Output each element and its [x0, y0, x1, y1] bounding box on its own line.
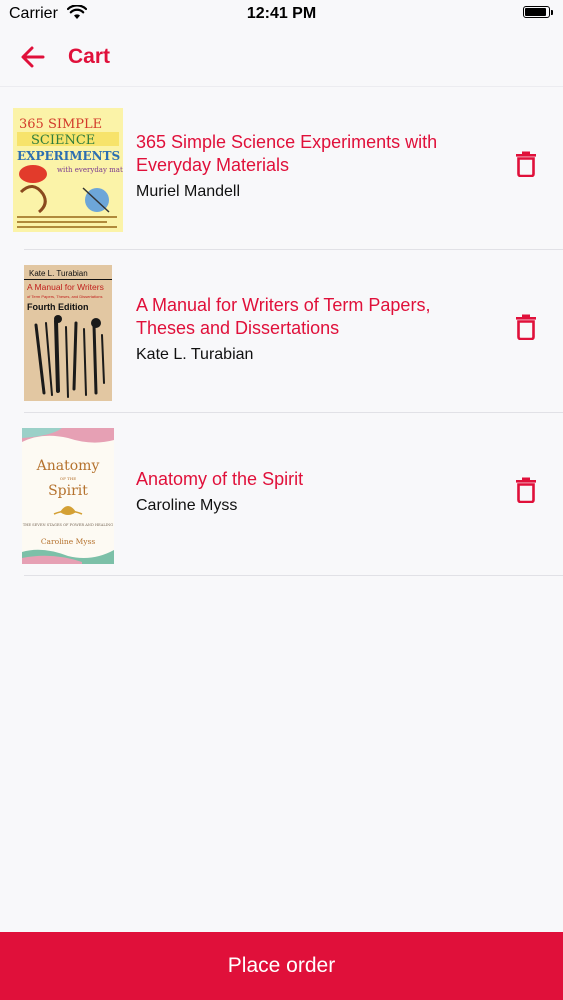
battery-icon — [523, 6, 553, 20]
cart-item[interactable]: Anatomy OF THE Spirit THE SEVEN STAGES O… — [0, 413, 563, 576]
book-info: A Manual for Writers of Term Papers, The… — [136, 294, 476, 364]
cover-title3: Spirit — [48, 483, 88, 499]
trash-icon — [515, 477, 537, 507]
book-cover-art: Anatomy OF THE Spirit THE SEVEN STAGES O… — [22, 428, 114, 564]
page-title: Cart — [68, 45, 111, 68]
cover-line2: SCIENCE — [31, 133, 95, 148]
cover-subtitle: THE SEVEN STAGES OF POWER AND HEALING — [23, 523, 113, 527]
book-cover: Kate L. Turabian A Manual for Writers of… — [24, 265, 112, 401]
book-cover: 365 SIMPLE SCIENCE EXPERIMENTS with ever… — [13, 108, 123, 232]
cart-list: 365 SIMPLE SCIENCE EXPERIMENTS with ever… — [0, 87, 563, 576]
book-title[interactable]: A Manual for Writers of Term Papers, The… — [136, 294, 476, 340]
cover-line4: with everyday materials — [57, 166, 123, 174]
back-button[interactable] — [18, 42, 58, 74]
cover-title1: Anatomy — [36, 458, 100, 474]
trash-icon — [515, 314, 537, 344]
cover-edition: Fourth Edition — [27, 302, 88, 312]
book-info: 365 Simple Science Experiments with Ever… — [136, 131, 476, 201]
book-title[interactable]: 365 Simple Science Experiments with Ever… — [136, 131, 476, 177]
cart-item[interactable]: Kate L. Turabian A Manual for Writers of… — [0, 250, 563, 413]
book-cover: Anatomy OF THE Spirit THE SEVEN STAGES O… — [22, 428, 114, 564]
place-order-button[interactable]: Place order — [0, 932, 563, 1000]
book-cover-art: Kate L. Turabian A Manual for Writers of… — [24, 265, 112, 401]
delete-item-button[interactable] — [515, 151, 537, 178]
book-author: Muriel Mandell — [136, 183, 241, 200]
trash-icon — [515, 151, 537, 181]
book-info: Anatomy of the Spirit Caroline Myss — [136, 468, 476, 515]
cover-line3: EXPERIMENTS — [17, 149, 120, 163]
cover-subtitle: of Term Papers, Theses, and Dissertation… — [27, 294, 102, 299]
cover-author: Caroline Myss — [41, 537, 96, 546]
book-author: Kate L. Turabian — [136, 346, 254, 363]
clock: 12:41 PM — [246, 5, 317, 22]
cover-author: Kate L. Turabian — [29, 269, 88, 278]
cover-line1: 365 SIMPLE — [19, 117, 102, 132]
cover-title: A Manual for Writers — [27, 282, 104, 292]
book-cover-art: 365 SIMPLE SCIENCE EXPERIMENTS with ever… — [13, 108, 123, 232]
nav-bar: Cart — [0, 30, 563, 87]
cover-title2: OF THE — [60, 476, 76, 481]
cart-item[interactable]: 365 SIMPLE SCIENCE EXPERIMENTS with ever… — [0, 87, 563, 250]
divider — [24, 575, 563, 576]
delete-item-button[interactable] — [515, 314, 537, 341]
book-title[interactable]: Anatomy of the Spirit — [136, 468, 476, 491]
status-bar: Carrier 12:41 PM — [0, 0, 563, 30]
arrow-left-icon — [18, 46, 48, 76]
delete-item-button[interactable] — [515, 477, 537, 504]
book-author: Caroline Myss — [136, 497, 238, 514]
